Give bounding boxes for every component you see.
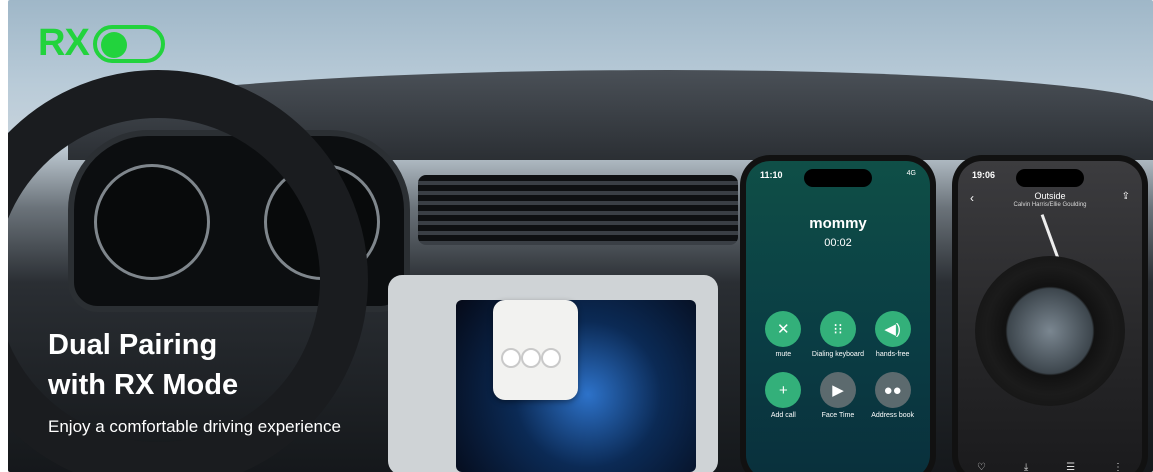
phone-music-screen: 19:06 ‹ ⇪ Outside Calvin Harris/Ellie Go… bbox=[952, 155, 1148, 472]
vinyl-record bbox=[975, 256, 1125, 406]
dynamic-island bbox=[1016, 169, 1084, 187]
phone-call-screen: 11:10 4G mommy 00:02 ✕ mute ⁝⁝ Dialing k… bbox=[740, 155, 936, 472]
mute-button[interactable]: ✕ mute bbox=[756, 311, 811, 358]
button-label: Dialing keyboard bbox=[811, 351, 865, 358]
playlist-icon[interactable]: ☰ bbox=[1066, 462, 1075, 472]
video-camera-icon: ▶ bbox=[819, 372, 856, 408]
headline-subtitle: Enjoy a comfortable driving experience bbox=[48, 417, 341, 436]
button-label: Address book bbox=[871, 412, 915, 419]
song-title: Outside bbox=[1034, 191, 1066, 201]
status-time: 11:10 bbox=[760, 170, 783, 180]
player-toolbar: ♡ ⤓ ☰ ⋮ bbox=[958, 462, 1142, 472]
rx-receiver-device bbox=[493, 300, 578, 400]
product-banner: RX Dual Pairing with RX Mode Enjoy a com… bbox=[8, 0, 1153, 472]
contacts-icon: ●● bbox=[874, 372, 911, 408]
face-time-button[interactable]: ▶ Face Time bbox=[811, 372, 866, 419]
download-icon[interactable]: ⤓ bbox=[1024, 462, 1028, 472]
rx-toggle-switch[interactable] bbox=[92, 24, 165, 63]
speaker-icon: ◀) bbox=[874, 311, 911, 347]
dynamic-island bbox=[804, 169, 872, 187]
dialing-keyboard-button[interactable]: ⁝⁝ Dialing keyboard bbox=[811, 311, 866, 358]
button-label: Face Time bbox=[821, 412, 855, 419]
rx-mode-indicator: RX bbox=[38, 22, 165, 65]
toggle-knob bbox=[100, 31, 127, 58]
keypad-icon: ⁝⁝ bbox=[819, 311, 856, 347]
air-vent bbox=[418, 175, 738, 245]
rx-label: RX bbox=[38, 22, 90, 64]
add-call-button[interactable]: + Add call bbox=[756, 372, 811, 419]
status-signal: 4G bbox=[906, 170, 916, 177]
button-label: mute bbox=[775, 351, 792, 358]
microphone-off-icon: ✕ bbox=[765, 311, 802, 347]
button-label: hands-free bbox=[875, 351, 910, 358]
device-button bbox=[541, 348, 561, 368]
call-controls: ✕ mute ⁝⁝ Dialing keyboard ◀) hands-free… bbox=[756, 311, 920, 419]
button-label: Add call bbox=[770, 412, 796, 419]
address-book-button[interactable]: ●● Address book bbox=[865, 372, 920, 419]
hands-free-button[interactable]: ◀) hands-free bbox=[865, 311, 920, 358]
caller-name: mommy bbox=[809, 215, 867, 232]
headline-line-2: with RX Mode bbox=[48, 369, 239, 401]
call-duration: 00:02 bbox=[824, 237, 852, 249]
more-icon[interactable]: ⋮ bbox=[1113, 462, 1123, 472]
heart-icon[interactable]: ♡ bbox=[977, 462, 986, 472]
status-time: 19:06 bbox=[972, 170, 996, 180]
headline-block: Dual Pairing with RX Mode Enjoy a comfor… bbox=[48, 325, 341, 437]
plus-icon: + bbox=[765, 372, 802, 408]
headline-line-1: Dual Pairing bbox=[48, 329, 218, 361]
song-artist: Calvin Harris/Ellie Goulding bbox=[1013, 202, 1087, 208]
device-button bbox=[521, 348, 541, 368]
device-button bbox=[501, 348, 521, 368]
